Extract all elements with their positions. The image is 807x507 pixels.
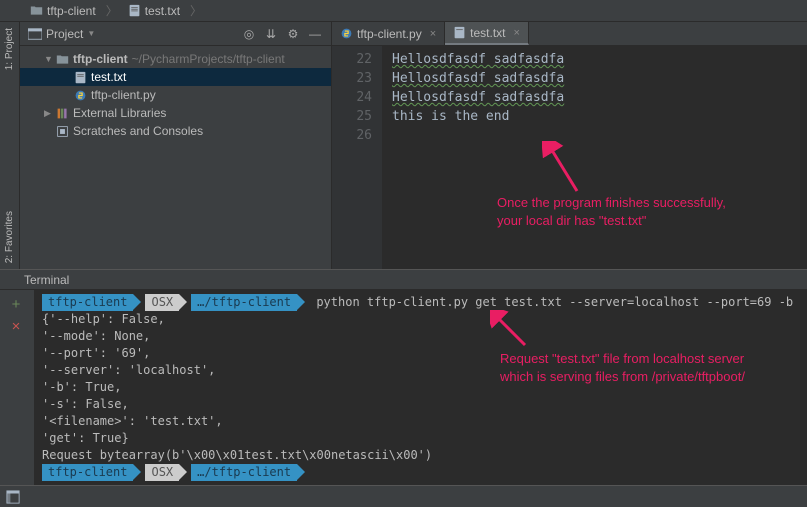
tree-root[interactable]: ▼ tftp-client ~/PycharmProjects/tftp-cli… [20, 50, 331, 68]
code-line: Hellosdfasdf sadfasdfa [392, 71, 564, 86]
breadcrumb: tftp-client 〉 test.txt 〉 [0, 0, 807, 22]
editor-body[interactable]: 22 23 24 25 26 Hellosdfasdf sadfasdfa He… [332, 46, 807, 269]
annotation-arrow-icon [542, 141, 582, 196]
line-number: 25 [332, 107, 382, 126]
file-py-icon [74, 89, 87, 102]
code-area[interactable]: Hellosdfasdf sadfasdfa Hellosdfasdf sadf… [382, 46, 807, 269]
tree-scratch-label: Scratches and Consoles [73, 124, 203, 138]
breadcrumb-file-label: test.txt [145, 4, 180, 18]
chevron-down-icon: ▼ [87, 29, 95, 38]
chevron-right-icon: 〉 [190, 2, 202, 19]
line-number: 24 [332, 88, 382, 107]
file-txt-icon [74, 71, 87, 84]
terminal-output: 'get': True} [42, 430, 799, 447]
file-txt-icon [128, 4, 141, 17]
terminal-command: python tftp-client.py get test.txt --ser… [316, 295, 793, 309]
project-panel-header: Project ▼ ◎ ⇊ ⚙ — [20, 22, 331, 46]
folder-icon [30, 4, 43, 17]
editor-panel: tftp-client.py × test.txt × 22 23 24 25 … [332, 22, 807, 269]
folder-icon [56, 53, 69, 66]
terminal-annotation: Request "test.txt" file from localhost s… [500, 350, 760, 385]
close-session-button[interactable]: × [8, 318, 24, 334]
editor-tab-txt[interactable]: test.txt × [445, 22, 529, 45]
arrow-right-icon: ▶ [44, 108, 52, 119]
terminal-toolbar: + × [0, 290, 34, 485]
scratch-icon [56, 125, 69, 138]
prompt-seg-os: OSX [145, 294, 179, 311]
breadcrumb-root[interactable]: tftp-client [24, 2, 102, 20]
tree-file-py[interactable]: tftp-client.py [20, 86, 331, 104]
library-icon [56, 107, 69, 120]
prompt-line: tftp-client OSX …/tftp-client python tftp-… [42, 294, 799, 311]
project-panel-title[interactable]: Project ▼ [28, 27, 95, 41]
line-gutter: 22 23 24 25 26 [332, 46, 382, 269]
left-tool-gutter: 1: Project 2: Favorites [0, 22, 20, 269]
arrow-down-icon: ▼ [44, 54, 52, 64]
tool-tab-favorites[interactable]: 2: Favorites [2, 205, 17, 269]
terminal-output: '-s': False, [42, 396, 799, 413]
line-number: 23 [332, 69, 382, 88]
window-icon [6, 490, 20, 504]
breadcrumb-file[interactable]: test.txt [122, 2, 186, 20]
project-icon [28, 27, 42, 41]
prompt-line: tftp-client OSX …/tftp-client [42, 464, 799, 481]
editor-annotation: Once the program finishes successfully, … [497, 194, 747, 229]
terminal-title: Terminal [24, 273, 69, 287]
terminal-body: + × tftp-client OSX …/tftp-client python t… [0, 290, 807, 485]
project-tree: ▼ tftp-client ~/PycharmProjects/tftp-cli… [20, 46, 331, 269]
code-line: Hellosdfasdf sadfasdfa [392, 52, 564, 67]
tree-ext-label: External Libraries [73, 106, 166, 120]
locate-icon[interactable]: ◎ [241, 26, 257, 42]
terminal-content[interactable]: tftp-client OSX …/tftp-client python tftp-… [34, 290, 807, 485]
code-line: this is the end [392, 109, 509, 124]
project-panel-label: Project [46, 27, 83, 41]
editor-tabs: tftp-client.py × test.txt × [332, 22, 807, 46]
status-bar [0, 485, 807, 507]
terminal-output: '--mode': None, [42, 328, 799, 345]
line-number: 22 [332, 50, 382, 69]
tree-file-txt[interactable]: test.txt [20, 68, 331, 86]
editor-tab-txt-label: test.txt [470, 26, 505, 40]
tree-root-label: tftp-client [73, 52, 128, 66]
prompt-seg-project: tftp-client [42, 294, 133, 311]
code-line: Hellosdfasdf sadfasdfa [392, 90, 564, 105]
terminal-panel: Terminal + × tftp-client OSX …/tftp-client… [0, 269, 807, 485]
tool-window-button[interactable] [6, 490, 20, 504]
project-panel: Project ▼ ◎ ⇊ ⚙ — ▼ tftp-client ~/Pychar… [20, 22, 332, 269]
prompt-seg-path: …/tftp-client [191, 294, 297, 311]
collapse-icon[interactable]: ⇊ [263, 26, 279, 42]
close-icon[interactable]: × [513, 27, 519, 39]
hide-icon[interactable]: — [307, 26, 323, 42]
tree-external-libs[interactable]: ▶ External Libraries [20, 104, 331, 122]
tree-file-txt-label: test.txt [91, 70, 126, 84]
terminal-header[interactable]: Terminal [0, 270, 807, 290]
prompt-seg-project: tftp-client [42, 464, 133, 481]
line-number: 26 [332, 126, 382, 145]
editor-tab-py[interactable]: tftp-client.py × [332, 22, 445, 45]
editor-tab-py-label: tftp-client.py [357, 27, 422, 41]
tree-file-py-label: tftp-client.py [91, 88, 156, 102]
new-session-button[interactable]: + [8, 296, 24, 312]
close-icon[interactable]: × [430, 28, 436, 40]
annotation-arrow-icon [490, 310, 530, 350]
prompt-seg-path: …/tftp-client [191, 464, 297, 481]
terminal-output: '<filename>': 'test.txt', [42, 413, 799, 430]
tool-tab-project[interactable]: 1: Project [2, 22, 17, 76]
chevron-right-icon: 〉 [106, 2, 118, 19]
prompt-seg-os: OSX [145, 464, 179, 481]
tree-root-path: ~/PycharmProjects/tftp-client [132, 52, 285, 66]
breadcrumb-root-label: tftp-client [47, 4, 96, 18]
gear-icon[interactable]: ⚙ [285, 26, 301, 42]
file-py-icon [340, 27, 353, 40]
terminal-output: {'--help': False, [42, 311, 799, 328]
terminal-output: Request bytearray(b'\x00\x01test.txt\x00… [42, 447, 799, 464]
tree-scratches[interactable]: Scratches and Consoles [20, 122, 331, 140]
file-txt-icon [453, 26, 466, 39]
